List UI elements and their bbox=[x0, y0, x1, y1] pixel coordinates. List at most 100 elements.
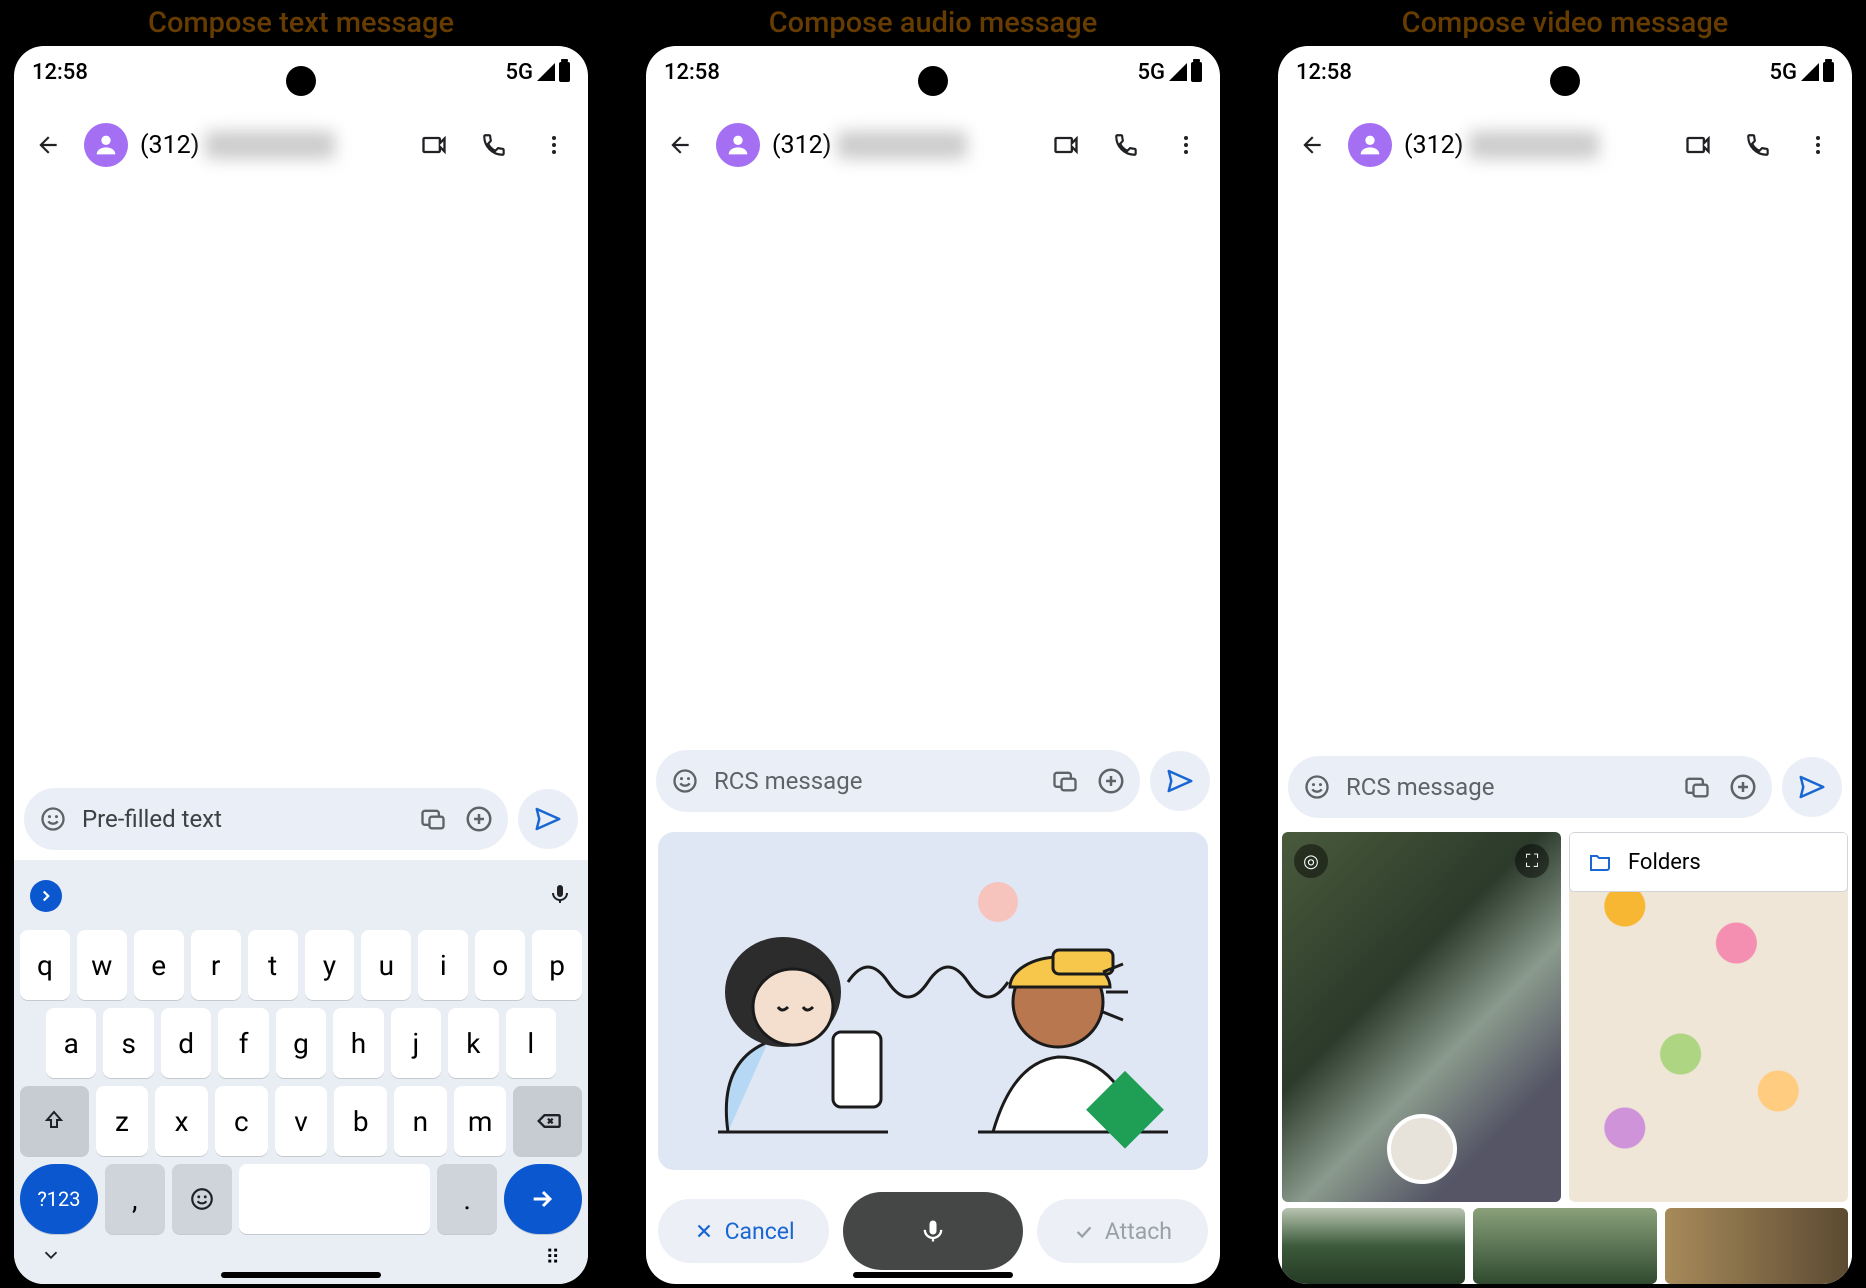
overflow-button[interactable] bbox=[1162, 121, 1210, 169]
compose-pill[interactable]: RCS message bbox=[656, 750, 1140, 812]
camera-viewfinder-tile[interactable]: ◎ ⛶ bbox=[1282, 832, 1561, 1202]
compose-pill[interactable]: Pre-filled text bbox=[24, 788, 508, 850]
gallery-thumb-2[interactable] bbox=[1473, 1208, 1656, 1284]
call-button[interactable] bbox=[1102, 121, 1150, 169]
key-emoji[interactable] bbox=[172, 1164, 232, 1234]
compose-text-input[interactable]: RCS message bbox=[1346, 773, 1668, 801]
folders-button[interactable]: Folders bbox=[1569, 832, 1848, 892]
contact-avatar[interactable] bbox=[716, 123, 760, 167]
conversation-area[interactable] bbox=[646, 192, 1220, 742]
mic-icon[interactable] bbox=[548, 882, 572, 910]
key-g[interactable]: g bbox=[276, 1008, 326, 1078]
videocall-button[interactable] bbox=[1042, 121, 1090, 169]
key-b[interactable]: b bbox=[334, 1086, 387, 1156]
key-l[interactable]: l bbox=[506, 1008, 556, 1078]
gallery-icon[interactable] bbox=[1048, 764, 1082, 798]
plus-icon[interactable] bbox=[462, 802, 496, 836]
contact-name[interactable]: (312) bbox=[1404, 131, 1662, 160]
key-e[interactable]: e bbox=[134, 930, 184, 1000]
fullscreen-icon[interactable]: ⛶ bbox=[1515, 844, 1549, 878]
column-title-audio: Compose audio message bbox=[769, 0, 1097, 46]
contact-avatar[interactable] bbox=[1348, 123, 1392, 167]
back-button[interactable] bbox=[1288, 121, 1336, 169]
call-button[interactable] bbox=[470, 121, 518, 169]
cancel-label: Cancel bbox=[725, 1218, 795, 1245]
emoji-icon[interactable] bbox=[1300, 770, 1334, 804]
plus-icon[interactable] bbox=[1094, 764, 1128, 798]
key-j[interactable]: j bbox=[391, 1008, 441, 1078]
key-enter[interactable] bbox=[504, 1164, 582, 1234]
send-button[interactable] bbox=[518, 789, 578, 849]
back-button[interactable] bbox=[656, 121, 704, 169]
key-x[interactable]: x bbox=[155, 1086, 208, 1156]
key-k[interactable]: k bbox=[448, 1008, 498, 1078]
lens-icon[interactable]: ◎ bbox=[1294, 844, 1328, 878]
videocall-button[interactable] bbox=[1674, 121, 1722, 169]
audio-panel: Cancel Attach bbox=[646, 822, 1220, 1284]
key-p[interactable]: p bbox=[532, 930, 582, 1000]
contact-avatar[interactable] bbox=[84, 123, 128, 167]
compose-pill[interactable]: RCS message bbox=[1288, 756, 1772, 818]
attach-button: Attach bbox=[1037, 1199, 1208, 1263]
key-backspace[interactable] bbox=[513, 1086, 582, 1156]
key-h[interactable]: h bbox=[333, 1008, 383, 1078]
key-a[interactable]: a bbox=[46, 1008, 96, 1078]
emoji-icon[interactable] bbox=[36, 802, 70, 836]
overflow-button[interactable] bbox=[1794, 121, 1842, 169]
nav-handle[interactable] bbox=[221, 1272, 381, 1278]
call-button[interactable] bbox=[1734, 121, 1782, 169]
keyboard-collapse-button[interactable] bbox=[40, 1244, 62, 1270]
key-w[interactable]: w bbox=[77, 930, 127, 1000]
key-f[interactable]: f bbox=[218, 1008, 268, 1078]
shutter-button[interactable] bbox=[1387, 1114, 1457, 1184]
conversation-area[interactable] bbox=[1278, 192, 1852, 748]
status-time: 12:58 bbox=[1296, 60, 1352, 85]
key-numbers[interactable]: ?123 bbox=[20, 1164, 98, 1234]
key-z[interactable]: z bbox=[96, 1086, 149, 1156]
keyboard-switch-button[interactable]: ⠿ bbox=[545, 1245, 562, 1269]
compose-text-input[interactable]: RCS message bbox=[714, 767, 1036, 795]
key-s[interactable]: s bbox=[103, 1008, 153, 1078]
key-space[interactable] bbox=[239, 1164, 431, 1234]
gallery-icon[interactable] bbox=[1680, 770, 1714, 804]
contact-number-blurred bbox=[205, 131, 335, 159]
gallery-panel: ◎ ⛶ Folders bbox=[1278, 828, 1852, 1284]
gallery-thumb-food[interactable]: Folders bbox=[1569, 832, 1848, 1202]
gallery-icon[interactable] bbox=[416, 802, 450, 836]
plus-icon[interactable] bbox=[1726, 770, 1760, 804]
key-q[interactable]: q bbox=[20, 930, 70, 1000]
nav-handle[interactable] bbox=[853, 1272, 1013, 1278]
key-period[interactable]: . bbox=[437, 1164, 497, 1234]
back-button[interactable] bbox=[24, 121, 72, 169]
key-n[interactable]: n bbox=[394, 1086, 447, 1156]
key-r[interactable]: r bbox=[191, 930, 241, 1000]
key-m[interactable]: m bbox=[454, 1086, 507, 1156]
compose-text-input[interactable]: Pre-filled text bbox=[82, 805, 404, 833]
key-shift[interactable] bbox=[20, 1086, 89, 1156]
key-v[interactable]: v bbox=[275, 1086, 328, 1156]
conversation-area[interactable] bbox=[14, 192, 588, 780]
overflow-button[interactable] bbox=[530, 121, 578, 169]
contact-name[interactable]: (312) bbox=[140, 131, 398, 160]
send-button[interactable] bbox=[1150, 751, 1210, 811]
videocall-button[interactable] bbox=[410, 121, 458, 169]
send-button[interactable] bbox=[1782, 757, 1842, 817]
key-i[interactable]: i bbox=[418, 930, 468, 1000]
key-y[interactable]: y bbox=[305, 930, 355, 1000]
key-o[interactable]: o bbox=[475, 930, 525, 1000]
contact-name[interactable]: (312) bbox=[772, 131, 1030, 160]
gallery-thumb-3[interactable] bbox=[1665, 1208, 1848, 1284]
cancel-button[interactable]: Cancel bbox=[658, 1199, 829, 1263]
record-button[interactable] bbox=[843, 1192, 1023, 1270]
key-d[interactable]: d bbox=[161, 1008, 211, 1078]
contact-number-prefix: (312) bbox=[772, 131, 831, 160]
keyboard-expand-button[interactable] bbox=[30, 880, 62, 912]
key-u[interactable]: u bbox=[361, 930, 411, 1000]
status-time: 12:58 bbox=[32, 60, 88, 85]
keyboard-row-1: q w e r t y u i o p bbox=[20, 930, 582, 1000]
key-t[interactable]: t bbox=[248, 930, 298, 1000]
gallery-thumb-1[interactable] bbox=[1282, 1208, 1465, 1284]
key-comma[interactable]: , bbox=[105, 1164, 165, 1234]
emoji-icon[interactable] bbox=[668, 764, 702, 798]
key-c[interactable]: c bbox=[215, 1086, 268, 1156]
